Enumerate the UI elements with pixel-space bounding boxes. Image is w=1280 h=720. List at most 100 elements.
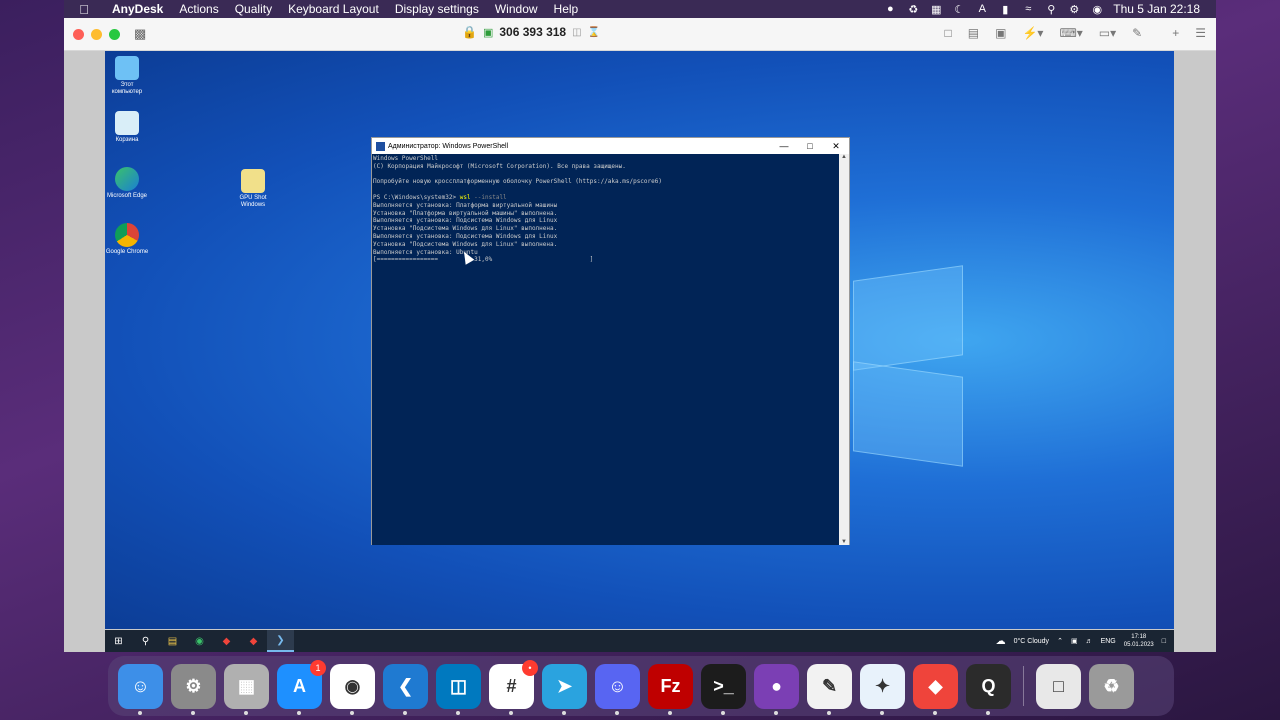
anydesk-taskbar-icon[interactable]: ◆ <box>213 630 240 652</box>
running-indicator <box>827 710 831 715</box>
weather-text[interactable]: 0°C Cloudy <box>1014 638 1049 645</box>
wifi-icon[interactable]: ≈ <box>1021 3 1035 15</box>
volume-icon[interactable]: ♬ <box>1086 638 1093 645</box>
notifications-icon[interactable]: □ <box>1162 638 1166 645</box>
menubar-clock[interactable]: Thu 5 Jan 22:18 <box>1113 2 1200 16</box>
desktop-icon-this-pc[interactable]: Этот компьютер <box>105 56 149 96</box>
powershell-console[interactable]: Windows PowerShell (C) Корпорация Майкрос… <box>372 154 840 545</box>
dock-app-anydesk[interactable]: ◆ <box>913 663 958 715</box>
taskbar-clock[interactable]: 17:18 05.01.2023 <box>1124 633 1154 649</box>
running-indicator <box>986 710 990 715</box>
edge-icon <box>115 167 139 191</box>
desktop-icon-gpu-folder[interactable]: GPU Shot Windows <box>231 169 275 209</box>
macos-dock: ☺ ⚙ ▦ A 1 ◉ ❮ ◫ # • ➤ ☺ Fz >_ ● ✎ ✦ ◆ Q □ ♻ <box>108 656 1174 716</box>
menu-quality[interactable]: Quality <box>227 2 280 16</box>
bookmark-icon[interactable]: ◫ <box>572 27 581 38</box>
dock-app-slack[interactable]: # • <box>489 659 538 715</box>
running-indicator <box>615 710 619 715</box>
keyboard-icon[interactable]: ⌨▾ <box>1059 26 1082 40</box>
dock-app-filezilla[interactable]: Fz <box>648 663 693 715</box>
dock-app-chrome[interactable]: ◉ <box>330 663 375 715</box>
menu-actions[interactable]: Actions <box>171 2 226 16</box>
edge-taskbar-icon[interactable]: ◉ <box>186 630 213 652</box>
console-scrollbar[interactable]: ▲ ▼ <box>839 154 849 545</box>
desktop-icon-recycle-bin[interactable]: Корзина <box>105 111 149 144</box>
powershell-taskbar-icon[interactable]: ❯ <box>267 630 294 652</box>
powershell-titlebar[interactable]: Администратор: Windows PowerShell — □ ✕ <box>372 138 849 154</box>
network-icon[interactable]: ▣ <box>1071 637 1078 645</box>
dock-app-textedit[interactable]: ✎ <box>807 663 852 715</box>
dock-app-terminal[interactable]: >_ <box>701 663 746 715</box>
start-button[interactable]: ⊞ <box>105 630 132 652</box>
scroll-up-icon[interactable]: ▲ <box>839 154 849 160</box>
dock-app-finder[interactable]: ☺ <box>118 663 163 715</box>
minimize-window-button[interactable] <box>91 28 102 40</box>
dock-app-app-store[interactable]: A1 <box>277 659 326 715</box>
dock-app-launchpad[interactable]: ▦ <box>224 663 269 715</box>
dock-app-quicktime[interactable]: Q <box>966 663 1011 715</box>
record-icon[interactable]: ● <box>883 3 897 15</box>
new-tab-icon[interactable]: + <box>1172 26 1179 40</box>
dock-app-document[interactable]: □ <box>1036 663 1081 709</box>
chevron-up-icon[interactable]: ⌃ <box>1057 637 1063 645</box>
menu-display-settings[interactable]: Display settings <box>387 2 487 16</box>
menu-app-anydesk[interactable]: AnyDesk <box>104 2 171 16</box>
fullscreen-window-button[interactable] <box>109 28 120 40</box>
menu-keyboard-layout[interactable]: Keyboard Layout <box>280 2 387 16</box>
dock-app-trello[interactable]: ◫ <box>436 663 481 715</box>
prompt: PS C:\Windows\system32> <box>373 193 460 201</box>
sync-icon[interactable]: ♻ <box>906 3 920 16</box>
hamburger-menu-icon[interactable]: ☰ <box>1195 26 1206 40</box>
grid-icon[interactable]: ▦ <box>929 3 943 16</box>
notification-badge: • <box>522 659 538 676</box>
control-center-icon[interactable]: ⚙ <box>1067 3 1081 16</box>
launchpad-icon: ▦ <box>237 675 255 696</box>
moon-icon[interactable]: ☾ <box>952 3 966 16</box>
display-icon[interactable]: ▭▾ <box>1099 26 1116 40</box>
dock-app-github[interactable]: ● <box>754 663 799 715</box>
close-button[interactable]: ✕ <box>823 141 849 152</box>
remote-windows-desktop[interactable]: Этот компьютер Корзина Microsoft Edge Go… <box>105 51 1174 629</box>
search-icon[interactable]: ⚲ <box>132 630 159 652</box>
discord-icon: ☺ <box>608 675 627 696</box>
dock-app-discord[interactable]: ☺ <box>595 663 640 715</box>
pin-icon[interactable]: ⌛ <box>588 27 600 38</box>
session-id[interactable]: 306 393 318 <box>499 25 566 39</box>
menu-help[interactable]: Help <box>546 2 587 16</box>
actions-icon[interactable]: ⚡▾ <box>1022 26 1043 40</box>
dock-app-safari[interactable]: ✦ <box>860 663 905 715</box>
anydesk-taskbar-icon-2[interactable]: ◆ <box>240 630 267 652</box>
input-source-icon[interactable]: A <box>975 3 989 15</box>
running-indicator <box>403 710 407 715</box>
siri-icon[interactable]: ◉ <box>1090 3 1104 16</box>
dock-app-telegram[interactable]: ➤ <box>542 663 587 715</box>
powershell-window[interactable]: Администратор: Windows PowerShell — □ ✕ … <box>371 137 850 545</box>
dock-app-trash[interactable]: ♻ <box>1089 663 1134 709</box>
file-explorer-icon[interactable]: ▤ <box>159 630 186 652</box>
battery-icon[interactable]: ▮ <box>998 3 1012 16</box>
dock-app-gear[interactable]: ⚙ <box>171 663 216 715</box>
running-indicator <box>562 710 566 715</box>
textedit-icon: ✎ <box>821 675 838 696</box>
apple-icon[interactable]:  <box>64 2 104 17</box>
anydesk-toolbar: ▩ 🔒 ▣ 306 393 318 ◫ ⌛ □ ▤ ▣ ⚡▾ ⌨▾ ▭▾ ✎ +… <box>64 18 1216 51</box>
menu-window[interactable]: Window <box>487 2 546 16</box>
app-store-icon: A <box>293 675 306 696</box>
file-transfer-icon[interactable]: □ <box>945 26 952 40</box>
minimize-button[interactable]: — <box>771 141 797 152</box>
language-indicator[interactable]: ENG <box>1101 638 1116 645</box>
powershell-icon <box>376 141 385 151</box>
desktop-icon-edge[interactable]: Microsoft Edge <box>105 167 149 200</box>
search-icon[interactable]: ⚲ <box>1044 3 1058 16</box>
desktop-icon-chrome[interactable]: Google Chrome <box>105 223 149 256</box>
chat-icon[interactable]: ▤ <box>968 26 979 40</box>
scroll-down-icon[interactable]: ▼ <box>839 539 849 545</box>
screenshot-icon[interactable]: ▣ <box>995 26 1006 40</box>
dock-app-vscode[interactable]: ❮ <box>383 663 428 715</box>
whiteboard-icon[interactable]: ✎ <box>1132 26 1142 40</box>
command: wsl <box>459 193 471 201</box>
info-icon[interactable]: ▩ <box>134 26 146 42</box>
maximize-button[interactable]: □ <box>797 141 823 152</box>
close-window-button[interactable] <box>73 28 84 40</box>
